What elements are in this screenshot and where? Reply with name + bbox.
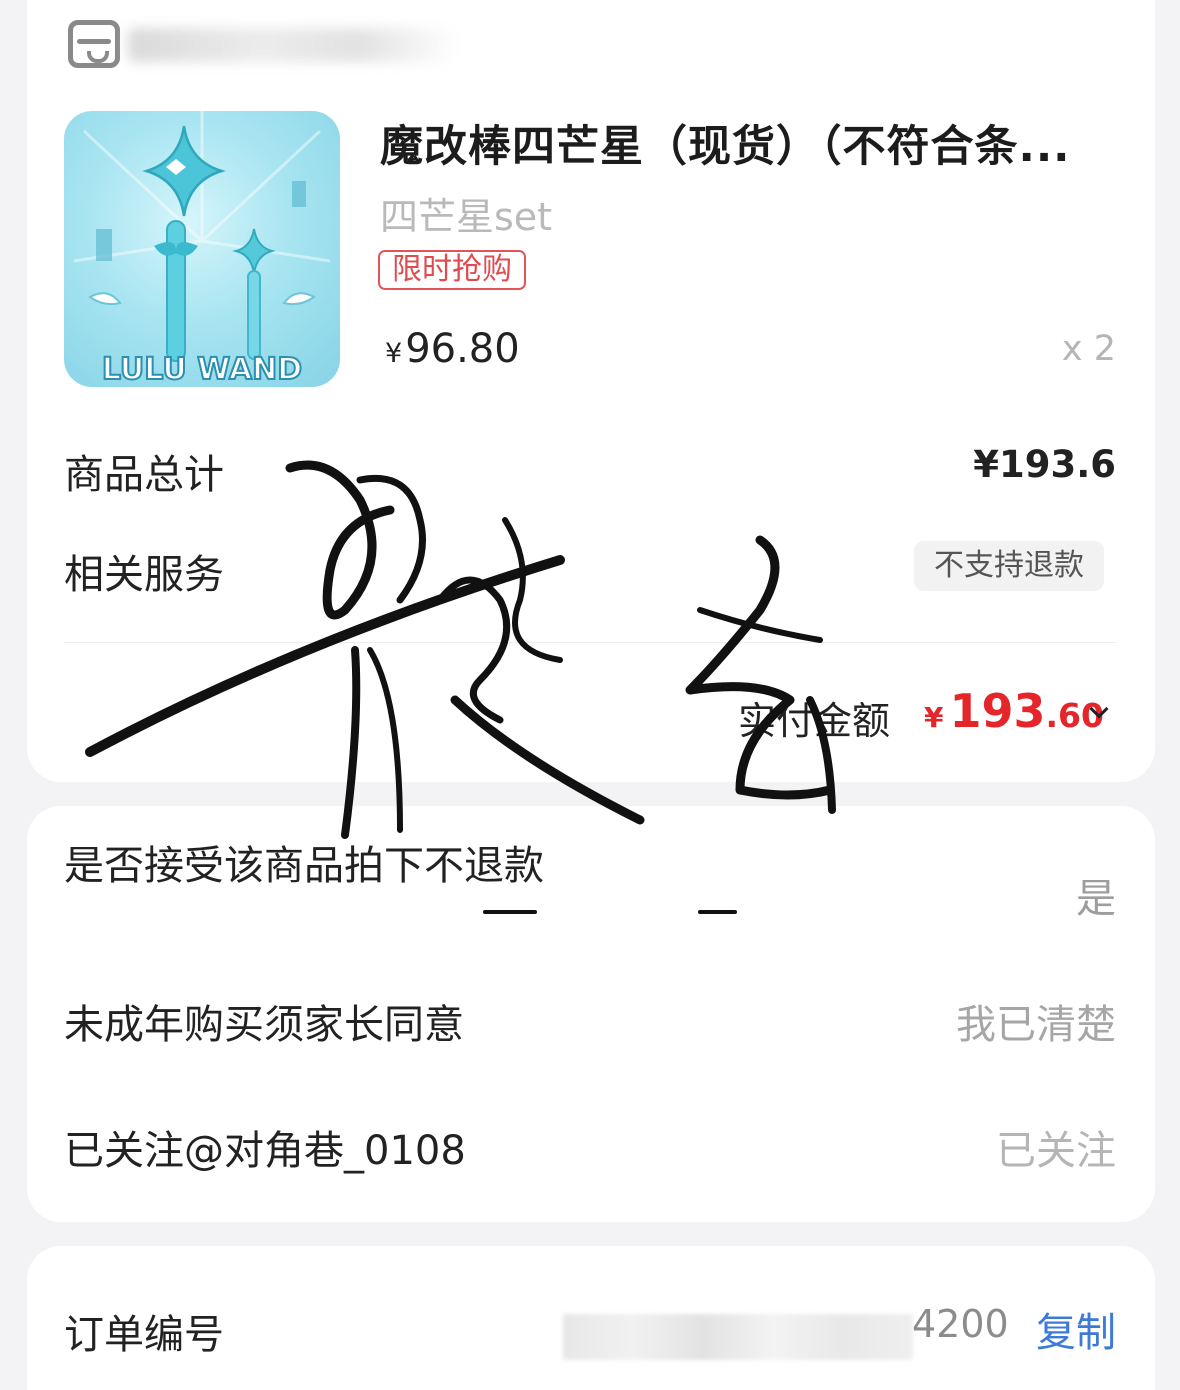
order-number-label: 订单编号	[64, 1312, 224, 1358]
product-spec: 四芒星set	[380, 195, 553, 239]
promo-tag: 限时抢购	[378, 250, 526, 290]
unit-price-value: 96.80	[405, 326, 520, 372]
confirm-value-guardian: 我已清楚	[956, 1002, 1116, 1048]
paid-label: 实付金额	[738, 699, 891, 743]
paid-amount: ¥193.60	[924, 684, 1104, 738]
order-detail-page: LULU WAND 魔改棒四芒星（现货）（不符合条... 四芒星set 限时抢购…	[0, 0, 1180, 1390]
copy-order-number-button[interactable]: 复制	[1036, 1300, 1116, 1358]
product-title[interactable]: 魔改棒四芒星（现货）（不符合条...	[380, 112, 1100, 174]
confirm-value-no-refund: 是	[1076, 876, 1116, 922]
wand-logo-text: LULU WAND	[102, 352, 302, 387]
confirm-value-follow: 已关注	[996, 1128, 1116, 1174]
unit-price-currency: ¥	[385, 338, 403, 369]
wand-illustration: LULU WAND	[73, 111, 331, 387]
confirm-label-no-refund: 是否接受该商品拍下不退款	[64, 843, 544, 889]
confirm-label-follow: 已关注@对角巷_0108	[64, 1128, 466, 1174]
confirm-label-guardian: 未成年购买须家长同意	[64, 1002, 464, 1048]
paid-integer: 193	[949, 684, 1046, 738]
quantity: x 2	[1061, 329, 1116, 369]
order-number-redacted	[563, 1314, 913, 1360]
subtotal-value: ¥193.6	[973, 443, 1116, 486]
service-badge: 不支持退款	[914, 541, 1104, 591]
product-image[interactable]: LULU WAND	[64, 111, 340, 387]
divider	[64, 642, 1116, 643]
shop-name-redacted[interactable]	[128, 28, 458, 62]
paid-currency: ¥	[924, 701, 944, 734]
order-number-value: 4200	[912, 1302, 1009, 1346]
service-label: 相关服务	[64, 552, 224, 598]
subtotal-label: 商品总计	[64, 452, 224, 498]
shop-icon[interactable]	[68, 20, 120, 68]
unit-price: ¥96.80	[385, 326, 520, 372]
